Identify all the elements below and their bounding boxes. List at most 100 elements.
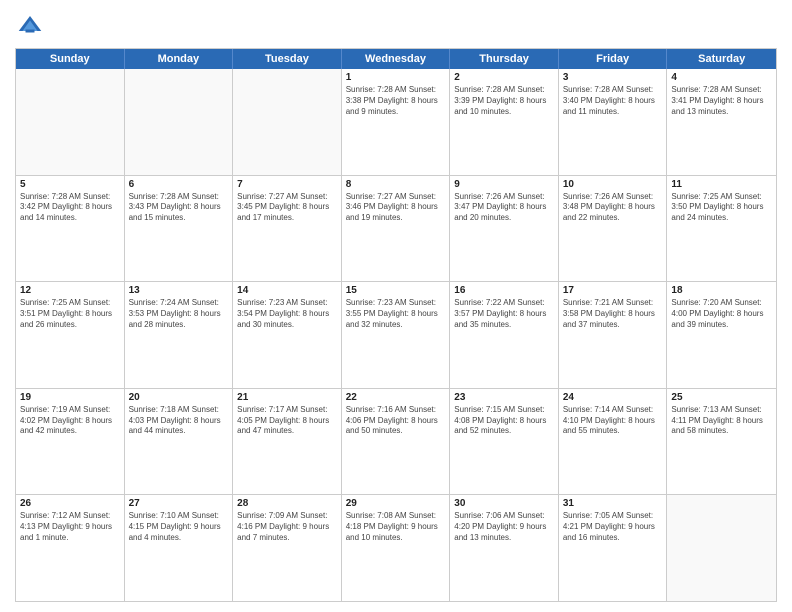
day-number: 26	[20, 498, 120, 509]
day-number: 30	[454, 498, 554, 509]
day-number: 19	[20, 392, 120, 403]
day-info: Sunrise: 7:17 AM Sunset: 4:05 PM Dayligh…	[237, 405, 337, 437]
day-number: 23	[454, 392, 554, 403]
day-info: Sunrise: 7:21 AM Sunset: 3:58 PM Dayligh…	[563, 298, 663, 330]
day-header-sunday: Sunday	[16, 49, 125, 69]
day-cell: 14Sunrise: 7:23 AM Sunset: 3:54 PM Dayli…	[233, 282, 342, 388]
day-cell: 23 Sunrise: 7:15 AM Sunset: 4:08 PM Dayli…	[450, 389, 559, 495]
day-headers: SundayMondayTuesdayWednesdayThursdayFrid…	[16, 49, 776, 69]
day-cell: 15 Sunrise: 7:23 AM Sunset: 3:55 PM Dayli…	[342, 282, 451, 388]
day-number: 8	[346, 179, 446, 190]
day-cell	[16, 69, 125, 175]
day-cell: 21 Sunrise: 7:17 AM Sunset: 4:05 PM Dayli…	[233, 389, 342, 495]
weeks: 1Sunrise: 7:28 AM Sunset: 3:38 PM Daylig…	[16, 69, 776, 601]
day-cell: 10 Sunrise: 7:26 AM Sunset: 3:48 PM Dayli…	[559, 176, 668, 282]
day-header-saturday: Saturday	[667, 49, 776, 69]
day-number: 20	[129, 392, 229, 403]
day-cell: 27 Sunrise: 7:10 AM Sunset: 4:15 PM Dayli…	[125, 495, 234, 601]
day-cell: 29 Sunrise: 7:08 AM Sunset: 4:18 PM Dayli…	[342, 495, 451, 601]
day-info: Sunrise: 7:25 AM Sunset: 3:51 PM Dayligh…	[20, 298, 120, 330]
day-info: Sunrise: 7:25 AM Sunset: 3:50 PM Dayligh…	[671, 192, 772, 224]
day-number: 22	[346, 392, 446, 403]
day-info: Sunrise: 7:28 AM Sunset: 3:39 PM Dayligh…	[454, 85, 554, 117]
day-info: Sunrise: 7:15 AM Sunset: 4:08 PM Dayligh…	[454, 405, 554, 437]
day-header-monday: Monday	[125, 49, 234, 69]
day-info: Sunrise: 7:05 AM Sunset: 4:21 PM Dayligh…	[563, 511, 663, 543]
day-number: 21	[237, 392, 337, 403]
day-cell: 16 Sunrise: 7:22 AM Sunset: 3:57 PM Dayli…	[450, 282, 559, 388]
day-number: 25	[671, 392, 772, 403]
day-cell: 9Sunrise: 7:26 AM Sunset: 3:47 PM Daylig…	[450, 176, 559, 282]
day-header-thursday: Thursday	[450, 49, 559, 69]
day-cell: 2 Sunrise: 7:28 AM Sunset: 3:39 PM Daylig…	[450, 69, 559, 175]
day-cell: 4 Sunrise: 7:28 AM Sunset: 3:41 PM Daylig…	[667, 69, 776, 175]
day-cell: 8 Sunrise: 7:27 AM Sunset: 3:46 PM Daylig…	[342, 176, 451, 282]
day-header-friday: Friday	[559, 49, 668, 69]
day-cell	[233, 69, 342, 175]
day-number: 29	[346, 498, 446, 509]
day-info: Sunrise: 7:22 AM Sunset: 3:57 PM Dayligh…	[454, 298, 554, 330]
week-row: 1Sunrise: 7:28 AM Sunset: 3:38 PM Daylig…	[16, 69, 776, 176]
calendar: SundayMondayTuesdayWednesdayThursdayFrid…	[15, 48, 777, 602]
logo	[15, 10, 49, 40]
day-cell: 19 Sunrise: 7:19 AM Sunset: 4:02 PM Dayli…	[16, 389, 125, 495]
day-info: Sunrise: 7:27 AM Sunset: 3:46 PM Dayligh…	[346, 192, 446, 224]
day-info: Sunrise: 7:26 AM Sunset: 3:47 PM Dayligh…	[454, 192, 554, 224]
day-number: 14	[237, 285, 337, 296]
day-number: 6	[129, 179, 229, 190]
day-info: Sunrise: 7:14 AM Sunset: 4:10 PM Dayligh…	[563, 405, 663, 437]
day-number: 2	[454, 72, 554, 83]
page: SundayMondayTuesdayWednesdayThursdayFrid…	[0, 0, 792, 612]
day-number: 11	[671, 179, 772, 190]
day-header-wednesday: Wednesday	[342, 49, 451, 69]
day-info: Sunrise: 7:13 AM Sunset: 4:11 PM Dayligh…	[671, 405, 772, 437]
day-info: Sunrise: 7:06 AM Sunset: 4:20 PM Dayligh…	[454, 511, 554, 543]
day-info: Sunrise: 7:10 AM Sunset: 4:15 PM Dayligh…	[129, 511, 229, 543]
day-cell: 11 Sunrise: 7:25 AM Sunset: 3:50 PM Dayli…	[667, 176, 776, 282]
day-cell: 6 Sunrise: 7:28 AM Sunset: 3:43 PM Daylig…	[125, 176, 234, 282]
day-number: 1	[346, 72, 446, 83]
day-number: 12	[20, 285, 120, 296]
day-number: 4	[671, 72, 772, 83]
day-number: 7	[237, 179, 337, 190]
day-cell: 25 Sunrise: 7:13 AM Sunset: 4:11 PM Dayli…	[667, 389, 776, 495]
day-cell: 1Sunrise: 7:28 AM Sunset: 3:38 PM Daylig…	[342, 69, 451, 175]
day-info: Sunrise: 7:27 AM Sunset: 3:45 PM Dayligh…	[237, 192, 337, 224]
day-info: Sunrise: 7:28 AM Sunset: 3:41 PM Dayligh…	[671, 85, 772, 117]
day-info: Sunrise: 7:28 AM Sunset: 3:43 PM Dayligh…	[129, 192, 229, 224]
day-cell: 5Sunrise: 7:28 AM Sunset: 3:42 PM Daylig…	[16, 176, 125, 282]
day-info: Sunrise: 7:26 AM Sunset: 3:48 PM Dayligh…	[563, 192, 663, 224]
week-row: 5Sunrise: 7:28 AM Sunset: 3:42 PM Daylig…	[16, 176, 776, 283]
day-number: 3	[563, 72, 663, 83]
day-number: 24	[563, 392, 663, 403]
day-info: Sunrise: 7:09 AM Sunset: 4:16 PM Dayligh…	[237, 511, 337, 543]
day-cell: 22 Sunrise: 7:16 AM Sunset: 4:06 PM Dayli…	[342, 389, 451, 495]
week-row: 19 Sunrise: 7:19 AM Sunset: 4:02 PM Dayli…	[16, 389, 776, 496]
day-cell: 3Sunrise: 7:28 AM Sunset: 3:40 PM Daylig…	[559, 69, 668, 175]
day-number: 15	[346, 285, 446, 296]
day-cell: 26 Sunrise: 7:12 AM Sunset: 4:13 PM Dayli…	[16, 495, 125, 601]
day-number: 16	[454, 285, 554, 296]
day-number: 27	[129, 498, 229, 509]
day-cell: 24 Sunrise: 7:14 AM Sunset: 4:10 PM Dayli…	[559, 389, 668, 495]
day-info: Sunrise: 7:18 AM Sunset: 4:03 PM Dayligh…	[129, 405, 229, 437]
day-number: 10	[563, 179, 663, 190]
day-info: Sunrise: 7:28 AM Sunset: 3:42 PM Dayligh…	[20, 192, 120, 224]
header	[15, 10, 777, 40]
day-number: 13	[129, 285, 229, 296]
day-info: Sunrise: 7:08 AM Sunset: 4:18 PM Dayligh…	[346, 511, 446, 543]
day-number: 17	[563, 285, 663, 296]
day-number: 31	[563, 498, 663, 509]
day-info: Sunrise: 7:12 AM Sunset: 4:13 PM Dayligh…	[20, 511, 120, 543]
day-info: Sunrise: 7:16 AM Sunset: 4:06 PM Dayligh…	[346, 405, 446, 437]
day-info: Sunrise: 7:19 AM Sunset: 4:02 PM Dayligh…	[20, 405, 120, 437]
day-number: 18	[671, 285, 772, 296]
logo-icon	[15, 10, 45, 40]
day-cell: 28 Sunrise: 7:09 AM Sunset: 4:16 PM Dayli…	[233, 495, 342, 601]
week-row: 26 Sunrise: 7:12 AM Sunset: 4:13 PM Dayli…	[16, 495, 776, 601]
day-header-tuesday: Tuesday	[233, 49, 342, 69]
day-cell: 12 Sunrise: 7:25 AM Sunset: 3:51 PM Dayli…	[16, 282, 125, 388]
day-info: Sunrise: 7:23 AM Sunset: 3:55 PM Dayligh…	[346, 298, 446, 330]
day-number: 28	[237, 498, 337, 509]
day-cell: 7 Sunrise: 7:27 AM Sunset: 3:45 PM Daylig…	[233, 176, 342, 282]
